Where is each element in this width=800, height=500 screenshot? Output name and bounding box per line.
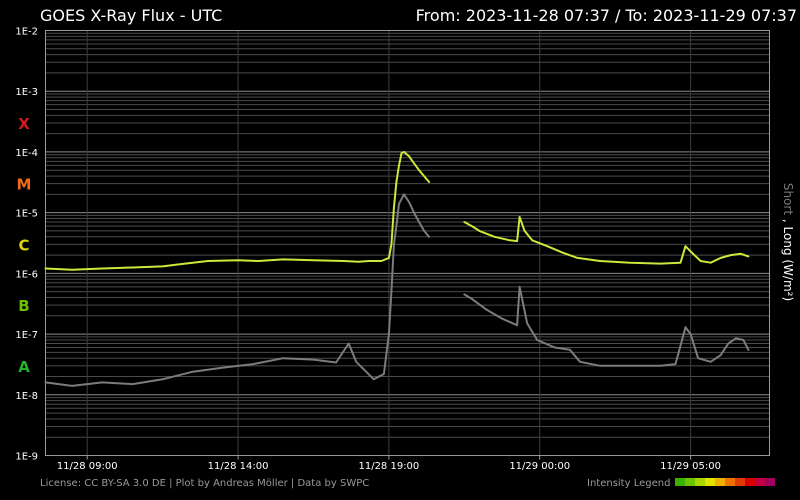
y-tick-label: 1E-7: [15, 330, 38, 341]
x-tick-label: 11/28 09:00: [57, 461, 118, 472]
y-tick-label: 1E-6: [15, 269, 38, 280]
series-line-short: [463, 285, 750, 367]
intensity-legend-swatch: [765, 478, 775, 486]
flare-class-b: B: [18, 297, 29, 315]
intensity-legend-swatch: [755, 478, 765, 486]
y-tick-label: 1E-8: [15, 391, 38, 402]
series-lines: [44, 150, 750, 387]
flare-class-a: A: [18, 358, 30, 376]
y-label-short: Short: [781, 183, 795, 215]
intensity-legend-label: Intensity Legend: [587, 478, 670, 489]
intensity-legend-swatch: [685, 478, 695, 486]
flare-class-m: M: [17, 176, 32, 194]
x-axis-ticks: 11/28 09:00 11/28 14:00 11/28 19:00 11/29 0…: [57, 455, 721, 472]
credits-text: License: CC BY-SA 3.0 DE | Plot by Andre…: [40, 478, 369, 489]
flare-class-x: X: [18, 115, 30, 133]
y-tick-label: 1E-2: [15, 27, 38, 38]
x-tick-label: 11/29 05:00: [660, 461, 721, 472]
time-range: From: 2023-11-28 07:37 / To: 2023-11-29 …: [416, 6, 797, 25]
intensity-legend-swatch: [715, 478, 725, 486]
x-tick-label: 11/28 14:00: [208, 461, 269, 472]
y-label-long: Long (W/m²): [781, 227, 795, 302]
intensity-legend-bar: [675, 478, 775, 486]
y-tick-label: 1E-5: [15, 209, 38, 220]
y-tick-label: 1E-3: [15, 87, 38, 98]
y-tick-label: 1E-4: [15, 148, 38, 159]
series-line-long: [44, 150, 431, 271]
intensity-legend-swatch: [675, 478, 685, 486]
y-tick-label: 1E-9: [15, 452, 38, 463]
chart-title: GOES X-Ray Flux - UTC: [40, 6, 222, 25]
intensity-legend-swatch: [725, 478, 735, 486]
x-tick-label: 11/28 19:00: [358, 461, 419, 472]
intensity-legend-swatch: [695, 478, 705, 486]
grid-lines: [45, 30, 770, 456]
series-line-short: [44, 193, 431, 387]
y-label-sep: ,: [781, 215, 795, 226]
series-line-long: [463, 215, 750, 265]
intensity-legend-swatch: [745, 478, 755, 486]
intensity-legend-swatch: [735, 478, 745, 486]
intensity-legend-swatch: [705, 478, 715, 486]
flare-class-c: C: [18, 236, 29, 254]
goes-xray-flux-chart: GOES X-Ray Flux - UTC From: 2023-11-28 0…: [15, 6, 797, 489]
x-tick-label: 11/29 00:00: [509, 461, 570, 472]
y-axis-label: Short , Long (W/m²): [781, 183, 795, 301]
